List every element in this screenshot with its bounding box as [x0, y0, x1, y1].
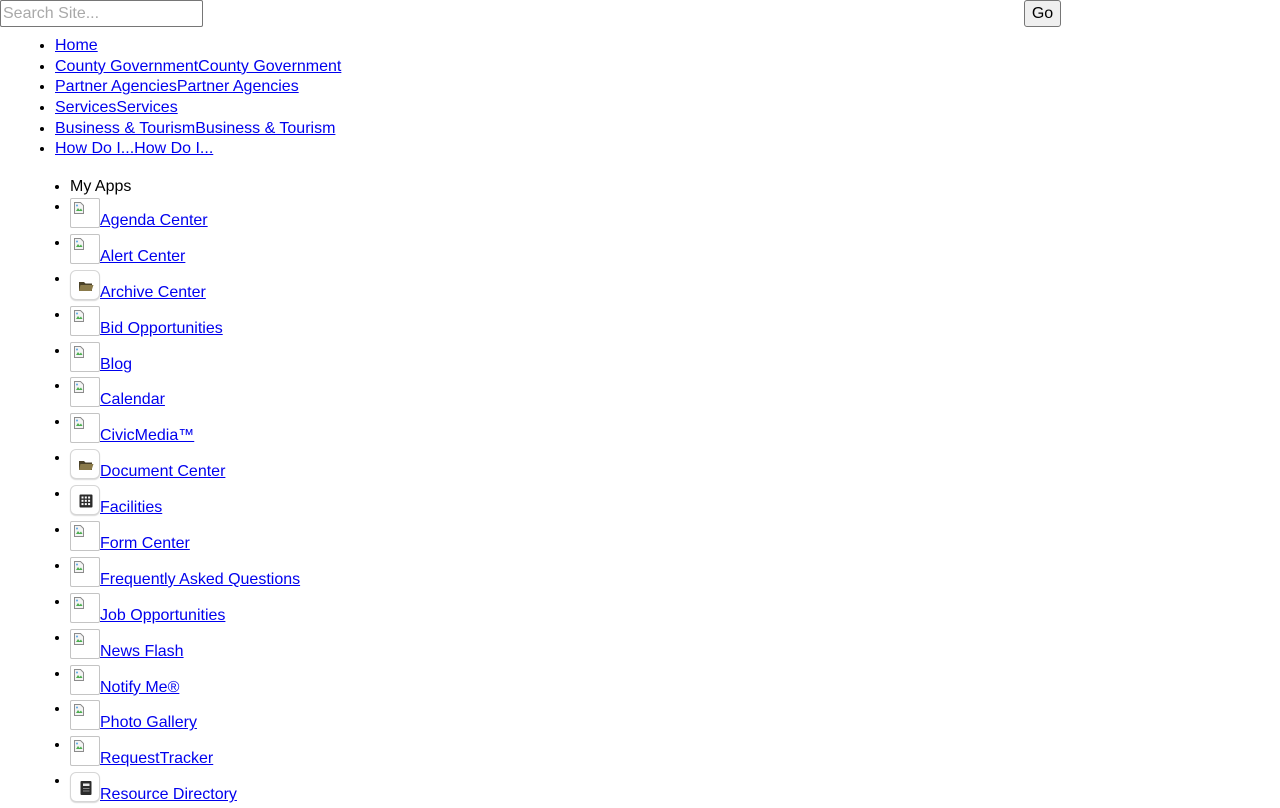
- app-list-item: Job Opportunities: [70, 592, 225, 629]
- app-list-item: CivicMedia™: [70, 413, 194, 449]
- my-apps-list: My Apps Agenda Center Alert Center Archive…: [0, 176, 300, 808]
- broken-image-glyph: [74, 381, 84, 394]
- folder-glyph: [79, 461, 94, 471]
- app-list-item: Form Center: [70, 521, 190, 557]
- broken-image-glyph: [74, 668, 84, 681]
- broken-image-glyph: [74, 309, 84, 322]
- broken-image-glyph: [74, 525, 84, 538]
- app-list-item: Agenda Center: [70, 198, 208, 234]
- broken-image-glyph: [74, 417, 84, 430]
- nav-item-partner-agencies: Partner AgenciesPartner Agencies: [55, 77, 341, 98]
- app-list-item: Calendar: [70, 377, 165, 413]
- broken-image-glyph: [74, 202, 84, 214]
- go-button[interactable]: Go: [1024, 0, 1061, 27]
- app-list-item: Alert Center: [70, 233, 185, 270]
- folder-glyph: [79, 281, 94, 291]
- app-link[interactable]: News Flash: [100, 643, 184, 661]
- nav-link-business-tourism[interactable]: Business & TourismBusiness & Tourism: [55, 120, 335, 137]
- nav-item-services: ServicesServices: [55, 98, 341, 119]
- broken-image-glyph: [74, 632, 84, 645]
- building-icon[interactable]: [70, 485, 100, 516]
- app-link[interactable]: CivicMedia™: [100, 427, 194, 445]
- app-link[interactable]: Frequently Asked Questions: [100, 571, 300, 589]
- broken-image-icon[interactable]: [70, 700, 100, 731]
- broken-image-glyph: [74, 560, 84, 573]
- search-input[interactable]: [0, 0, 203, 27]
- app-list-item: Frequently Asked Questions: [70, 556, 300, 593]
- broken-image-icon[interactable]: [70, 556, 100, 587]
- nav-item-home: Home: [55, 36, 341, 57]
- nav-link-services[interactable]: ServicesServices: [55, 99, 178, 116]
- directory-book-glyph: [80, 781, 92, 796]
- app-link[interactable]: Job Opportunities: [100, 607, 225, 625]
- app-link[interactable]: Blog: [100, 356, 132, 374]
- app-list-item: Bid Opportunities: [70, 305, 223, 342]
- app-link[interactable]: Facilities: [100, 499, 162, 517]
- broken-image-icon[interactable]: [70, 592, 100, 623]
- broken-image-icon[interactable]: [70, 628, 100, 659]
- nav-link-home[interactable]: Home: [55, 37, 98, 54]
- app-link[interactable]: Photo Gallery: [100, 714, 197, 732]
- my-apps-header: My Apps: [70, 176, 131, 198]
- app-list-item: Blog: [70, 341, 132, 378]
- main-navigation: Home County GovernmentCounty Government …: [0, 36, 341, 160]
- broken-image-icon[interactable]: [70, 377, 100, 408]
- nav-link-county-government[interactable]: County GovernmentCounty Government: [55, 58, 341, 75]
- app-link[interactable]: Form Center: [100, 535, 190, 553]
- app-link[interactable]: Resource Directory: [100, 786, 237, 804]
- broken-image-icon[interactable]: [70, 736, 100, 767]
- directory-book-icon[interactable]: [70, 772, 100, 803]
- app-link[interactable]: Notify Me®: [100, 679, 179, 697]
- nav-item-county-government: County GovernmentCounty Government: [55, 57, 341, 78]
- folder-icon[interactable]: [70, 449, 100, 480]
- app-list-item: Document Center: [70, 449, 225, 485]
- app-list-item: Facilities: [70, 485, 162, 521]
- app-link[interactable]: Agenda Center: [100, 212, 208, 230]
- app-list-item: News Flash: [70, 628, 184, 665]
- app-link[interactable]: Bid Opportunities: [100, 320, 223, 338]
- folder-icon[interactable]: [70, 269, 100, 300]
- broken-image-icon[interactable]: [70, 233, 100, 264]
- app-link[interactable]: Calendar: [100, 391, 165, 409]
- nav-link-how-do-i[interactable]: How Do I...How Do I...: [55, 140, 213, 157]
- app-list-item: Notify Me®: [70, 664, 179, 701]
- app-list-item: Photo Gallery: [70, 700, 197, 736]
- broken-image-icon[interactable]: [70, 664, 100, 695]
- app-list-item: Resource Directory: [70, 772, 237, 808]
- broken-image-glyph: [74, 596, 84, 609]
- broken-image-glyph: [74, 740, 84, 753]
- building-glyph: [79, 494, 93, 508]
- app-link[interactable]: Alert Center: [100, 248, 185, 266]
- nav-link-partner-agencies[interactable]: Partner AgenciesPartner Agencies: [55, 78, 299, 95]
- broken-image-glyph: [74, 345, 84, 358]
- broken-image-icon[interactable]: [70, 341, 100, 372]
- broken-image-icon[interactable]: [70, 198, 100, 228]
- broken-image-icon[interactable]: [70, 521, 100, 552]
- broken-image-glyph: [74, 237, 84, 250]
- nav-item-business-tourism: Business & TourismBusiness & Tourism: [55, 119, 341, 140]
- app-link[interactable]: RequestTracker: [100, 750, 213, 768]
- broken-image-icon[interactable]: [70, 413, 100, 444]
- app-list-item: RequestTracker: [70, 736, 213, 772]
- app-list-item: Archive Center: [70, 269, 206, 306]
- app-link[interactable]: Archive Center: [100, 284, 206, 302]
- nav-item-how-do-i: How Do I...How Do I...: [55, 139, 341, 160]
- broken-image-glyph: [74, 704, 84, 717]
- app-link[interactable]: Document Center: [100, 463, 225, 481]
- broken-image-icon[interactable]: [70, 305, 100, 336]
